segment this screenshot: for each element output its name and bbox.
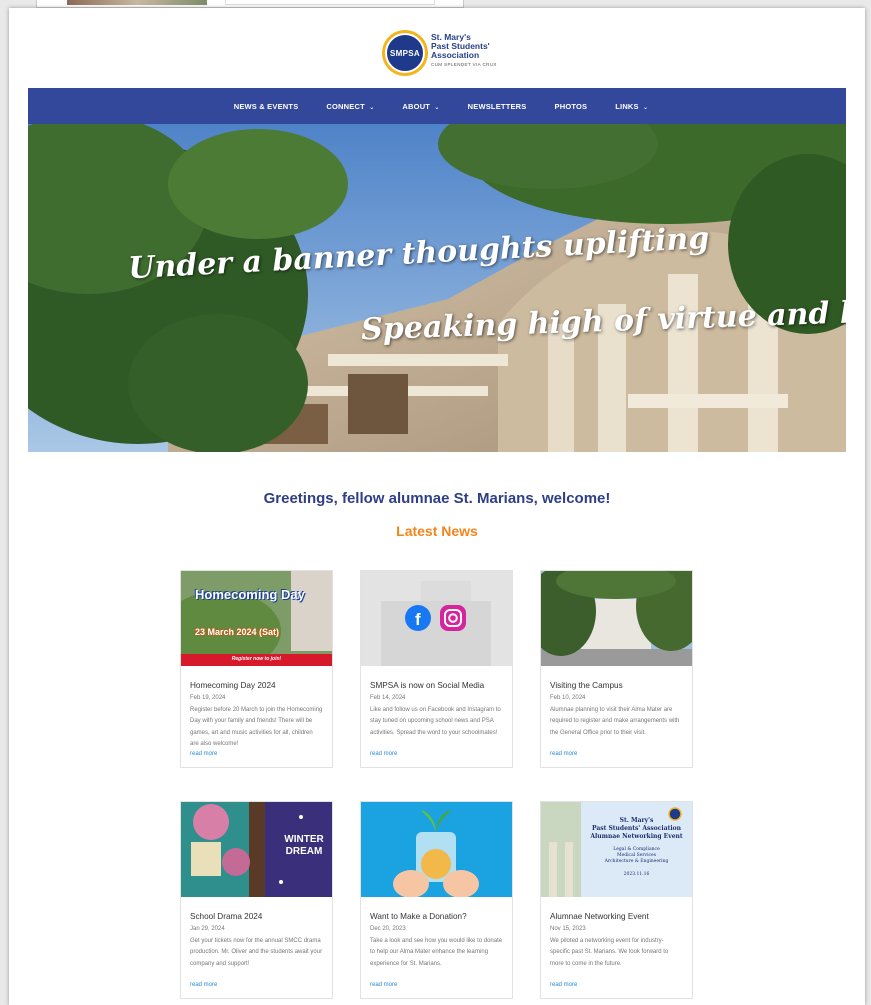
nav-photos[interactable]: PHOTOS bbox=[555, 102, 588, 111]
card-image-date: 23 March 2024 (Sat) bbox=[195, 627, 280, 637]
latest-news-heading: Latest News bbox=[396, 523, 478, 539]
main-nav: NEWS & EVENTS CONNECT ⌄ ABOUT ⌄ NEWSLETT… bbox=[28, 88, 846, 124]
hero-photo bbox=[28, 124, 846, 452]
card-title[interactable]: SMPSA is now on Social Media bbox=[370, 681, 503, 690]
read-more-link[interactable]: read more bbox=[370, 982, 503, 988]
card-image-banner: Register now to join! bbox=[231, 656, 282, 662]
background-browser-strip bbox=[36, 0, 464, 8]
nav-newsletters[interactable]: NEWSLETTERS bbox=[468, 102, 527, 111]
read-more-link[interactable]: read more bbox=[370, 751, 503, 757]
chevron-down-icon: ⌄ bbox=[434, 104, 440, 111]
card-description: Alumnae planning to visit their Alma Mat… bbox=[550, 707, 680, 736]
read-more-link[interactable]: read more bbox=[550, 751, 683, 757]
nav-label: CONNECT bbox=[326, 101, 365, 111]
card-image[interactable] bbox=[361, 802, 512, 897]
card-description: We piloted a networking event for indust… bbox=[550, 938, 669, 967]
caption-line: Past Students' Association bbox=[591, 825, 682, 832]
nav-label: LINKS bbox=[615, 101, 639, 111]
card-image[interactable]: Homecoming Day 23 March 2024 (Sat) Regis… bbox=[181, 571, 332, 666]
chevron-down-icon: ⌄ bbox=[369, 104, 375, 111]
logo-line-3: Association bbox=[431, 50, 480, 60]
nav-links[interactable]: LINKS ⌄ bbox=[615, 102, 648, 111]
card-title[interactable]: Visiting the Campus bbox=[550, 681, 683, 690]
card-image-caption: St. Mary's Past Students' Association Al… bbox=[581, 817, 692, 878]
site-logo[interactable]: SMPSA St. Mary's Past Students' Associat… bbox=[382, 28, 532, 78]
logo-motto: CUM SPLENDET VIA CRUX bbox=[431, 62, 497, 67]
card-description: Like and follow us on Facebook and Insta… bbox=[370, 707, 501, 736]
greeting-heading: Greetings, fellow alumnae St. Marians, w… bbox=[263, 490, 611, 507]
read-more-link[interactable]: read more bbox=[190, 751, 323, 757]
read-more-link[interactable]: read more bbox=[550, 982, 683, 988]
card-date: Dec 20, 2023 bbox=[370, 926, 406, 932]
crest-text: SMPSA bbox=[385, 33, 425, 73]
caption-line: Alumnae Networking Event bbox=[590, 833, 683, 840]
nav-news-events[interactable]: NEWS & EVENTS bbox=[234, 102, 299, 111]
nav-label: NEWS & EVENTS bbox=[233, 101, 299, 111]
chevron-down-icon: ⌄ bbox=[643, 104, 649, 111]
news-card-social-media[interactable]: f SMPSA is now on Social Media Feb 14, 2… bbox=[360, 570, 513, 768]
campus-image bbox=[541, 571, 692, 666]
card-description: Register before 20 March to join the Hom… bbox=[190, 707, 323, 747]
news-card-visiting-campus[interactable]: Visiting the Campus Feb 10, 2024 Alumnae… bbox=[540, 570, 693, 768]
donation-image bbox=[361, 802, 512, 897]
card-description: Get your tickets now for the annual SMCC… bbox=[190, 938, 323, 967]
nav-label: ABOUT bbox=[402, 101, 431, 111]
card-title[interactable]: School Drama 2024 bbox=[190, 912, 323, 921]
caption-line: St. Mary's bbox=[619, 817, 654, 824]
nav-label: PHOTOS bbox=[554, 101, 588, 111]
nav-connect[interactable]: CONNECT ⌄ bbox=[326, 102, 374, 111]
homecoming-image bbox=[181, 571, 332, 666]
web-page: SMPSA St. Mary's Past Students' Associat… bbox=[9, 8, 865, 1005]
news-card-donation[interactable]: Want to Make a Donation? Dec 20, 2023 Ta… bbox=[360, 801, 513, 999]
card-date: Jan 29, 2024 bbox=[190, 926, 225, 932]
nav-about[interactable]: ABOUT ⌄ bbox=[402, 102, 439, 111]
card-title[interactable]: Want to Make a Donation? bbox=[370, 912, 503, 921]
card-date: Feb 14, 2024 bbox=[370, 695, 406, 701]
nav-label: NEWSLETTERS bbox=[467, 101, 527, 111]
background-thumbnail bbox=[67, 0, 207, 5]
card-image-text: WINTER DREAM bbox=[284, 834, 324, 857]
card-date: Nov 15, 2023 bbox=[550, 926, 586, 932]
news-card-networking[interactable]: St. Mary's Past Students' Association Al… bbox=[540, 801, 693, 999]
card-image-heading: Homecoming Day bbox=[195, 587, 305, 602]
card-title[interactable]: Homecoming Day 2024 bbox=[190, 681, 323, 690]
background-frame bbox=[225, 0, 435, 5]
school-crest-icon: SMPSA bbox=[382, 30, 428, 76]
news-card-homecoming[interactable]: Homecoming Day 23 March 2024 (Sat) Regis… bbox=[180, 570, 333, 768]
card-image[interactable]: WINTER DREAM bbox=[181, 802, 332, 897]
card-date: Feb 19, 2024 bbox=[190, 695, 226, 701]
svg-text:f: f bbox=[415, 610, 421, 629]
card-image[interactable] bbox=[541, 571, 692, 666]
card-date: Feb 10, 2024 bbox=[550, 695, 586, 701]
caption-date: 2023.11.16 bbox=[623, 872, 650, 877]
card-description: Take a look and see how you would like t… bbox=[370, 938, 503, 967]
news-card-school-drama[interactable]: WINTER DREAM School Drama 2024 Jan 29, 2… bbox=[180, 801, 333, 999]
read-more-link[interactable]: read more bbox=[190, 982, 323, 988]
caption-line: Architecture & Engineering bbox=[604, 859, 669, 864]
social-media-image: f bbox=[361, 571, 512, 666]
card-image[interactable]: f bbox=[361, 571, 512, 666]
hero-banner: Under a banner thoughts uplifting Speaki… bbox=[28, 124, 846, 452]
card-image[interactable]: St. Mary's Past Students' Association Al… bbox=[541, 802, 692, 897]
card-title[interactable]: Alumnae Networking Event bbox=[550, 912, 683, 921]
instagram-icon bbox=[440, 605, 466, 631]
